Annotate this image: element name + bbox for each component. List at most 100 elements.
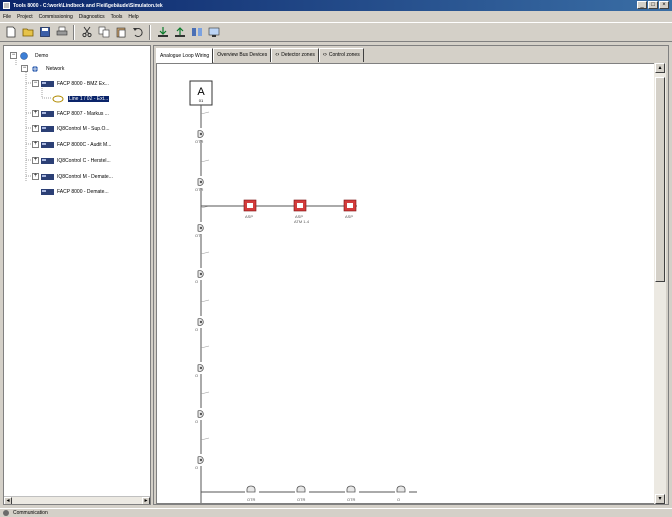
expand-toggle[interactable]: + xyxy=(32,141,39,148)
tree-loop-item[interactable]: Line 1 / 02 - Ext... xyxy=(52,94,110,103)
smoke-detector-icon[interactable] xyxy=(197,408,205,420)
tree-panel-label: IQ8Control C - Herstel... xyxy=(57,157,111,164)
detector-label: OT xyxy=(195,233,201,238)
smoke-detector-icon[interactable] xyxy=(197,362,205,374)
panel-icon xyxy=(41,157,54,164)
device-label: OTR xyxy=(247,497,256,502)
menu-project[interactable]: Project xyxy=(17,14,33,20)
scroll-down-icon[interactable]: ▾ xyxy=(655,494,665,504)
smoke-detector-icon[interactable] xyxy=(197,454,205,466)
tree-panel-item[interactable]: FACP 8000 - Demate... xyxy=(41,187,109,196)
collapse-toggle[interactable]: − xyxy=(32,80,39,87)
detector-base-icon[interactable] xyxy=(295,485,309,495)
loop-diagram: A 01 OTROTROTOOOOO ASP ASP ASP ATM 1-4 OTR… xyxy=(189,80,417,503)
loop-letter: A xyxy=(197,86,205,98)
print-icon[interactable] xyxy=(54,24,69,40)
tab-control-zones[interactable]: ‹› Control zones xyxy=(318,48,364,62)
detector-label: O xyxy=(195,373,198,378)
tree-panel-label: FACP 8000 - BMZ Ex... xyxy=(57,80,109,87)
detector-label: O xyxy=(195,327,198,332)
scroll-thumb[interactable] xyxy=(655,77,665,282)
compare-icon[interactable] xyxy=(189,24,204,40)
tree-panel-item[interactable]: + IQ8Control M - Sup.O... xyxy=(32,124,110,133)
vertical-scrollbar[interactable]: ▴ ▾ xyxy=(654,63,666,504)
tab-bus-devices[interactable]: Overview Bus Devices xyxy=(213,48,272,62)
panel-icon xyxy=(41,125,54,132)
tree-panel-item[interactable]: + IQ8Control C - Herstel... xyxy=(32,156,111,165)
sounder-icon[interactable] xyxy=(243,199,257,212)
tab-detector-zones[interactable]: ‹› Detector zones xyxy=(271,48,319,62)
isolator-mark xyxy=(200,111,210,115)
tree-panel-label: FACP 8000C - Audit M... xyxy=(57,141,112,148)
tab-analogue-loop[interactable]: Analogue Loop Wiring xyxy=(156,48,214,63)
expand-toggle[interactable]: + xyxy=(32,157,39,164)
menu-file[interactable]: File xyxy=(3,14,11,20)
isolator-mark xyxy=(200,159,210,163)
panel-icon xyxy=(41,80,54,87)
tree-panel-item[interactable]: − FACP 8000 - BMZ Ex... xyxy=(32,79,109,88)
tree-panel-label: FACP 8000 - Demate... xyxy=(57,188,109,195)
upload-icon[interactable] xyxy=(172,24,187,40)
loop-number: 01 xyxy=(199,98,204,103)
copy-icon[interactable] xyxy=(96,24,111,40)
sounder-icon[interactable] xyxy=(343,199,357,212)
tab-strip: Analogue Loop Wiring Overview Bus Device… xyxy=(156,48,364,63)
toolbar-separator xyxy=(149,24,151,40)
network-icon xyxy=(31,64,39,73)
collapse-toggle[interactable]: − xyxy=(10,52,17,59)
detector-base-icon[interactable] xyxy=(395,485,409,495)
toolbar xyxy=(0,22,672,42)
restore-button[interactable]: □ xyxy=(648,1,658,9)
sounder-icon[interactable] xyxy=(293,199,307,212)
device-label: OTR xyxy=(297,497,306,502)
paste-icon[interactable] xyxy=(113,24,128,40)
minimize-button[interactable]: _ xyxy=(637,1,647,9)
scroll-up-icon[interactable]: ▴ xyxy=(655,63,665,73)
expand-toggle[interactable]: + xyxy=(32,125,39,132)
tree-network-label: Network xyxy=(46,65,65,72)
open-folder-icon[interactable] xyxy=(20,24,35,40)
expand-toggle[interactable]: + xyxy=(32,110,39,117)
device-label: O xyxy=(397,497,400,502)
smoke-detector-icon[interactable] xyxy=(197,268,205,280)
menu-help[interactable]: Help xyxy=(128,14,138,20)
tree-panel-item[interactable]: + FACP 8000C - Audit M... xyxy=(32,140,111,149)
save-icon[interactable] xyxy=(37,24,52,40)
tab-label: Analogue Loop Wiring xyxy=(160,52,210,59)
menu-commissioning[interactable]: Commissioning xyxy=(39,14,73,20)
detector-base-icon[interactable] xyxy=(245,485,259,495)
undo-icon[interactable] xyxy=(130,24,145,40)
collapse-toggle[interactable]: − xyxy=(21,65,28,72)
detector-base-icon[interactable] xyxy=(345,485,359,495)
diagram-panel: Analogue Loop Wiring Overview Bus Device… xyxy=(153,45,669,505)
monitor-icon[interactable] xyxy=(206,24,221,40)
tab-label: Overview Bus Devices xyxy=(217,52,268,58)
tree-network[interactable]: − Network xyxy=(21,64,64,73)
expand-toggle[interactable]: + xyxy=(32,173,39,180)
menu-tools[interactable]: Tools xyxy=(111,14,123,20)
isolator-mark xyxy=(200,437,210,441)
loop-diagram-canvas[interactable]: A 01 OTR OTR OT O O O O O ASP ASP ASP ATM 1-4 OTR… xyxy=(156,63,656,504)
cut-icon[interactable] xyxy=(79,24,94,40)
device-label: OTR xyxy=(347,497,356,502)
sounder-note: ATM 1-4 xyxy=(294,219,310,224)
tab-label: Detector zones xyxy=(281,52,315,58)
scroll-left-icon[interactable]: ◂ xyxy=(4,497,12,504)
chevron-icon: ‹› xyxy=(275,52,280,58)
isolator-mark xyxy=(200,345,210,349)
horizontal-scrollbar[interactable]: ◂ ▸ xyxy=(4,496,150,504)
tree-panel-item[interactable]: + IQ8Control M - Demate... xyxy=(32,172,113,181)
menu-bar: File Project Commissioning Diagnostics T… xyxy=(0,11,672,22)
tree-panel-item[interactable]: + FACP 8007 - Markus ... xyxy=(32,109,109,118)
tree-panel-label: IQ8Control M - Demate... xyxy=(57,173,113,180)
window-title: Tools 8000 - C:\work\Lindbeck and Fleißg… xyxy=(13,2,163,9)
tree-root[interactable]: − Demo xyxy=(10,51,48,60)
scroll-right-icon[interactable]: ▸ xyxy=(142,497,150,504)
smoke-detector-icon[interactable] xyxy=(197,316,205,328)
new-file-icon[interactable] xyxy=(3,24,18,40)
close-button[interactable]: × xyxy=(659,1,669,9)
sounder-label: ASP xyxy=(345,214,353,219)
menu-diagnostics[interactable]: Diagnostics xyxy=(79,14,105,20)
download-icon[interactable] xyxy=(155,24,170,40)
detector-label: O xyxy=(195,279,198,284)
